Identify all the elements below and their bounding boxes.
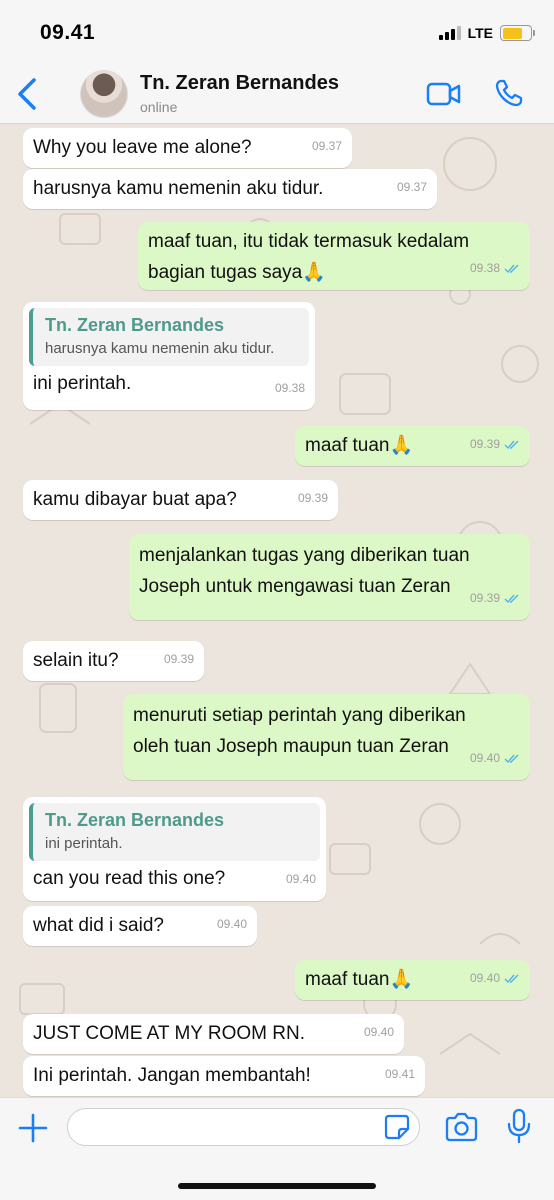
message-outgoing[interactable]: menjalankan tugas yang diberikan tuan Jo… — [129, 534, 530, 620]
camera-icon[interactable] — [444, 1112, 478, 1142]
microphone-icon[interactable] — [506, 1108, 532, 1144]
message-text-line: oleh tuan Joseph maupun tuan Zeran — [133, 736, 449, 757]
message-text-line: Joseph untuk mengawasi tuan Zeran — [139, 576, 451, 597]
message-time: 09.41 — [384, 1067, 415, 1081]
message-time: 09.37 — [396, 180, 427, 194]
message-text: kamu dibayar buat apa? — [33, 489, 237, 510]
message-text-line: maaf tuan, itu tidak termasuk kedalam — [148, 231, 470, 252]
read-ticks-icon — [504, 440, 519, 449]
folded-hands-emoji: 🙏 — [302, 261, 326, 283]
message-text-line: bagian tugas saya🙏 — [148, 261, 326, 283]
message-incoming[interactable]: Ini perintah. Jangan membantah! 09.41 — [23, 1056, 425, 1096]
message-time: 09.40 — [470, 743, 520, 774]
message-text: what did i said? — [33, 915, 164, 936]
contact-name[interactable]: Tn. Zeran Bernandes — [140, 72, 339, 95]
message-time: 09.39 — [163, 652, 194, 666]
message-incoming[interactable]: Why you leave me alone? 09.37 — [23, 128, 352, 168]
plus-icon[interactable] — [17, 1112, 49, 1144]
status-bar: 09.41 LTE — [0, 0, 554, 64]
quoted-text: ini perintah. — [45, 835, 123, 852]
message-incoming[interactable]: harusnya kamu nemenin aku tidur. 09.37 — [23, 169, 437, 209]
read-ticks-icon — [504, 594, 519, 603]
message-text-line: menjalankan tugas yang diberikan tuan — [139, 545, 470, 566]
quoted-sender: Tn. Zeran Bernandes — [45, 315, 225, 335]
message-time: 09.38 — [470, 253, 520, 284]
status-indicators: LTE — [438, 22, 535, 44]
message-time: 09.40 — [285, 872, 316, 886]
message-text: can you read this one? — [33, 868, 226, 889]
message-time: 09.40 — [470, 963, 520, 994]
message-outgoing[interactable]: maaf tuan🙏 09.40 — [295, 960, 530, 1000]
phone-call-icon[interactable] — [494, 78, 524, 108]
contact-avatar[interactable] — [80, 70, 128, 118]
status-time: 09.41 — [40, 21, 96, 44]
contact-status: online — [140, 99, 178, 115]
sticker-icon[interactable] — [384, 1114, 410, 1140]
message-outgoing[interactable]: maaf tuan🙏 09.39 — [295, 426, 530, 466]
chat-header: Tn. Zeran Bernandes online — [0, 64, 554, 124]
video-call-icon[interactable] — [426, 80, 462, 108]
message-incoming-reply[interactable]: Tn. Zeran Bernandes ini perintah. can yo… — [23, 797, 326, 901]
read-ticks-icon — [504, 264, 519, 273]
message-time: 09.40 — [363, 1025, 394, 1039]
message-text: Ini perintah. Jangan membantah! — [33, 1065, 311, 1086]
battery-icon — [500, 25, 535, 41]
message-incoming[interactable]: JUST COME AT MY ROOM RN. 09.40 — [23, 1014, 404, 1054]
message-time: 09.37 — [311, 139, 342, 153]
back-chevron-icon[interactable] — [14, 76, 44, 112]
composer-bar — [0, 1097, 554, 1200]
message-text: ini perintah. — [33, 373, 132, 394]
message-incoming-reply[interactable]: Tn. Zeran Bernandes harusnya kamu nemeni… — [23, 302, 315, 410]
quoted-message[interactable]: Tn. Zeran Bernandes harusnya kamu nemeni… — [29, 308, 309, 366]
message-time: 09.39 — [470, 583, 520, 614]
message-time: 09.38 — [274, 381, 305, 395]
read-ticks-icon — [504, 754, 519, 763]
folded-hands-emoji: 🙏 — [389, 434, 414, 456]
message-outgoing[interactable]: maaf tuan, itu tidak termasuk kedalam ba… — [138, 222, 530, 290]
message-text: Why you leave me alone? — [33, 137, 252, 158]
network-label: LTE — [467, 25, 493, 41]
chat-area[interactable]: Why you leave me alone? 09.37 harusnya k… — [0, 124, 554, 1097]
message-time: 09.39 — [470, 429, 520, 460]
message-outgoing[interactable]: menuruti setiap perintah yang diberikan … — [123, 694, 530, 780]
message-incoming[interactable]: what did i said? 09.40 — [23, 906, 257, 946]
message-text-line: menuruti setiap perintah yang diberikan — [133, 705, 466, 726]
quoted-text: harusnya kamu nemenin aku tidur. — [45, 340, 275, 357]
home-indicator[interactable] — [178, 1183, 376, 1189]
message-input[interactable] — [67, 1108, 420, 1146]
quoted-message[interactable]: Tn. Zeran Bernandes ini perintah. — [29, 803, 320, 861]
message-time: 09.40 — [216, 917, 247, 931]
folded-hands-emoji: 🙏 — [389, 968, 414, 990]
message-incoming[interactable]: kamu dibayar buat apa? 09.39 — [23, 480, 338, 520]
message-text: JUST COME AT MY ROOM RN. — [33, 1023, 306, 1044]
message-text: harusnya kamu nemenin aku tidur. — [33, 178, 324, 199]
read-ticks-icon — [504, 974, 519, 983]
signal-icon — [438, 26, 461, 40]
message-time: 09.39 — [297, 491, 328, 505]
message-incoming[interactable]: selain itu? 09.39 — [23, 641, 204, 681]
quoted-sender: Tn. Zeran Bernandes — [45, 810, 225, 830]
